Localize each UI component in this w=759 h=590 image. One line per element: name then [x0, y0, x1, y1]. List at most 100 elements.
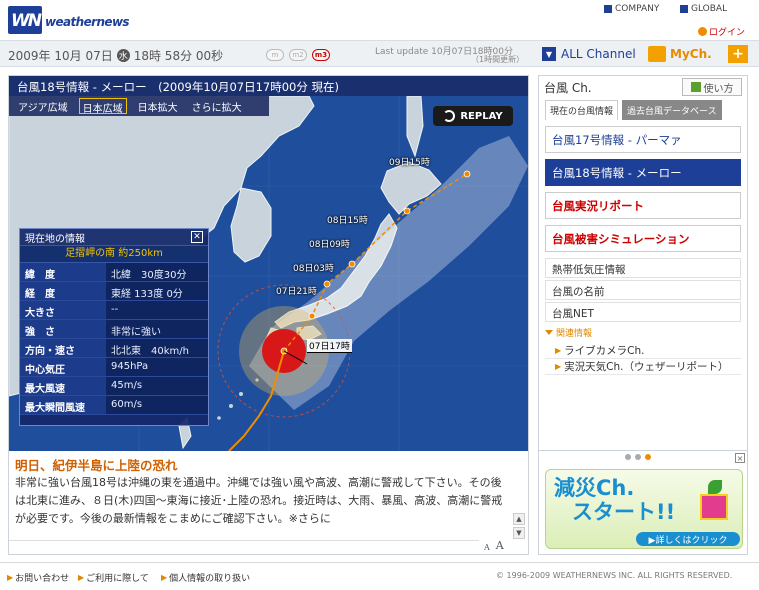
text-scrollbar[interactable]: ▲ ▼ — [513, 513, 525, 553]
sidebar-item-typhoon18[interactable]: 台風18号情報 - メーロー — [545, 159, 741, 186]
howto-button[interactable]: 使い方 — [682, 78, 742, 96]
add-channel-button[interactable]: + — [728, 45, 748, 63]
carousel-dot-active[interactable] — [645, 454, 651, 460]
text-medium-button[interactable]: A — [496, 539, 504, 552]
arrow-right-icon: ▶ — [78, 573, 85, 582]
related-link-weather-report[interactable]: ▶ 実況天気Ch.（ウェザーリポート） — [545, 359, 741, 375]
tv-icon — [648, 46, 666, 62]
sidebar-header: 台風 Ch. 使い方 — [539, 76, 747, 98]
related-info-label: 関連情報 — [556, 329, 593, 339]
text-size-controls: A A — [484, 539, 504, 552]
carousel-dots[interactable] — [625, 454, 651, 460]
info-key: 緯 度 — [20, 263, 106, 281]
tab-japan-wide[interactable]: 日本広域 — [78, 98, 127, 115]
current-datetime: 2009年 10月 07日 水 18時 58分 00秒 — [8, 47, 223, 64]
text-size-large-button[interactable]: m3 — [312, 49, 330, 61]
forecast-body: 非常に強い台風18号は沖縄の東を通過中。沖縄では強い風や高波、高潮に警戒して下さ… — [15, 476, 503, 525]
info-key: 中心気圧 — [20, 358, 106, 376]
banner-title: 減災Ch. スタート!! — [554, 476, 675, 524]
square-icon — [604, 5, 612, 13]
related-link-livecam[interactable]: ▶ ライブカメラCh. — [545, 343, 741, 359]
related-link-label: 実況天気Ch.（ウェザーリポート） — [564, 361, 729, 373]
info-row: 強 さ非常に強い — [20, 320, 208, 339]
info-value: -- — [106, 301, 208, 319]
mych-label: MyCh. — [670, 47, 712, 61]
info-key: 大きさ — [20, 301, 106, 319]
track-label: 08日09時 — [309, 240, 350, 250]
info-row: 経 度東経 133度 0分 — [20, 282, 208, 301]
global-link[interactable]: GLOBAL — [680, 2, 727, 16]
promo-box: × 減災Ch. スタート!! ▶詳しくはクリック — [538, 450, 748, 555]
footer-link-label: 個人情報の取り扱い — [169, 574, 251, 584]
scroll-up-icon[interactable]: ▲ — [513, 513, 525, 525]
info-location: 足摺岬の南 約250km — [20, 245, 208, 263]
gensai-banner[interactable]: 減災Ch. スタート!! ▶詳しくはクリック — [545, 469, 743, 549]
sidebar-item-typhoon-net[interactable]: 台風NET — [545, 302, 741, 322]
close-icon[interactable]: × — [735, 453, 745, 463]
current-time: 18時 58分 00秒 — [133, 49, 224, 63]
howto-label: 使い方 — [703, 83, 734, 95]
track-label: 09日15時 — [389, 158, 430, 168]
info-row: 中心気圧 945hPa — [20, 358, 208, 377]
logo-wordmark: weathernews — [45, 15, 130, 29]
divider — [9, 540, 479, 541]
footer-link-label: お問い合わせ — [15, 574, 70, 584]
date-bar: 2009年 10月 07日 水 18時 58分 00秒 m m2 m3 Last… — [0, 40, 759, 67]
tab-past-typhoon-db[interactable]: 過去台風データベース — [622, 100, 722, 120]
global-link-label: GLOBAL — [691, 4, 728, 14]
footer-link-terms[interactable]: ▶ ご利用に際して — [78, 571, 149, 584]
sidebar-title: 台風 Ch. — [544, 80, 592, 95]
weathernews-logo[interactable]: WN weathernews — [8, 6, 130, 36]
scroll-down-icon[interactable]: ▼ — [513, 527, 525, 539]
arrow-right-icon: ▶ — [555, 362, 562, 371]
info-key: 経 度 — [20, 282, 106, 300]
footer: ▶ お問い合わせ ▶ ご利用に際して ▶ 個人情報の取り扱い © 1996-2009 … — [0, 562, 759, 590]
arrow-right-icon: ▶ — [555, 346, 562, 355]
typhoon-channel-sidebar: 台風 Ch. 使い方 現在の台風情報 過去台風データベース 台風17号情報 - … — [538, 75, 748, 465]
mych-button[interactable]: MyCh. — [648, 41, 724, 67]
tab-current-typhoon[interactable]: 現在の台風情報 — [545, 100, 619, 120]
sidebar-item-damage-sim[interactable]: 台風被害シミュレーション — [545, 225, 741, 252]
info-header: 現在地の情報 ✕ — [20, 229, 208, 245]
typhoon-main-panel: 台風18号情報 - メーロー (2009年10月07日17時00分 現在) アジ… — [8, 75, 529, 555]
sidebar-item-typhoon-names[interactable]: 台風の名前 — [545, 280, 741, 300]
all-channel-button[interactable]: ▼ ALL Channel — [538, 41, 646, 67]
tab-asia-wide[interactable]: アジア広域 — [15, 98, 71, 114]
text-size-medium-button[interactable]: m2 — [289, 49, 307, 61]
copyright: © 1996-2009 WEATHERNEWS INC. ALL RIGHTS … — [496, 571, 733, 580]
sidebar-item-tropical-depression[interactable]: 熱帯低気圧情報 — [545, 258, 741, 278]
all-channel-label: ALL Channel — [561, 47, 636, 61]
last-update: Last update 10月07日18時00分 （1時間更新） — [375, 44, 524, 64]
square-icon — [680, 5, 688, 13]
banner-cta[interactable]: ▶詳しくはクリック — [636, 532, 740, 546]
carousel-dot[interactable] — [635, 454, 641, 460]
close-icon[interactable]: ✕ — [191, 231, 203, 243]
info-value: 945hPa — [106, 358, 208, 376]
current-location-info: 現在地の情報 ✕ 足摺岬の南 約250km 緯 度北緯 30度30分 経 度東経… — [19, 228, 209, 426]
track-label-current: 07日17時 — [307, 339, 352, 353]
footer-link-contact[interactable]: ▶ お問い合わせ — [7, 571, 69, 584]
track-label: 08日03時 — [293, 264, 334, 274]
login-link[interactable]: ログイン — [698, 25, 745, 38]
carousel-dot[interactable] — [625, 454, 631, 460]
tab-japan-zoom[interactable]: 日本拡大 — [135, 98, 181, 114]
last-update-interval: （1時間更新） — [471, 55, 525, 64]
info-key: 強 さ — [20, 320, 106, 338]
text-small-button[interactable]: A — [484, 543, 490, 552]
tab-further-zoom[interactable]: さらに拡大 — [189, 98, 245, 114]
logo-mark: WN — [8, 6, 42, 34]
footer-link-label: ご利用に際して — [86, 574, 149, 584]
text-size-small-button[interactable]: m — [266, 49, 284, 61]
related-link-label: ライブカメラCh. — [564, 345, 645, 357]
info-value: 北緯 30度30分 — [106, 263, 208, 281]
replay-button[interactable]: REPLAY — [433, 106, 513, 126]
info-row: 最大風速 45m/s — [20, 377, 208, 396]
replay-icon — [443, 110, 456, 122]
sidebar-item-report[interactable]: 台風実況リポート — [545, 192, 741, 219]
company-link-label: COMPANY — [615, 4, 660, 14]
sidebar-item-typhoon17[interactable]: 台風17号情報 - パーマァ — [545, 126, 741, 153]
arrow-circle-icon — [698, 27, 707, 36]
sidebar-tabs: 現在の台風情報 過去台風データベース — [539, 100, 747, 120]
footer-link-privacy[interactable]: ▶ 個人情報の取り扱い — [161, 571, 250, 584]
company-link[interactable]: COMPANY — [604, 2, 659, 16]
